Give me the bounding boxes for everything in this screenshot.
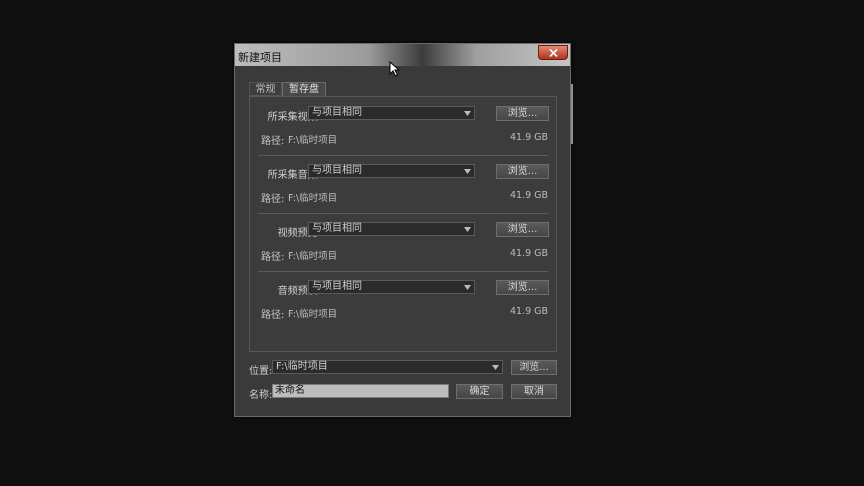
video-preview-size: 41.9 GB [510,248,549,259]
captured-video-section: 所采集视频: 与项目相同 浏览... 路径: F:\临时项目 41.9 GB [250,97,556,155]
captured-audio-path-label: 路径: [261,194,285,205]
captured-video-select[interactable]: 与项目相同 [308,106,475,120]
captured-audio-section: 所采集音频: 与项目相同 浏览... 路径: F:\临时项目 41.9 GB [250,155,556,213]
scratch-disks-panel: 所采集视频: 与项目相同 浏览... 路径: F:\临时项目 41.9 GB 所… [249,96,557,352]
captured-audio-path: F:\临时项目 [288,193,338,204]
captured-video-path-label: 路径: [261,136,285,147]
new-project-dialog: 新建项目 常规 暂存盘 所采集视频: 与项目相同 浏览... 路径: F:\临时… [234,43,573,417]
audio-preview-select[interactable]: 与项目相同 [308,280,475,294]
dialog-edge-highlight [571,84,573,144]
location-select[interactable]: F:\临时项目 [272,360,503,374]
chevron-down-icon [464,111,471,116]
video-preview-value: 与项目相同 [312,223,362,234]
captured-audio-select[interactable]: 与项目相同 [308,164,475,178]
audio-preview-section: 音频预演: 与项目相同 浏览... 路径: F:\临时项目 41.9 GB [250,271,556,329]
video-preview-section: 视频预览: 与项目相同 浏览... 路径: F:\临时项目 41.9 GB [250,213,556,271]
audio-preview-path-label: 路径: [261,310,285,321]
chevron-down-icon [464,285,471,290]
name-label: 名称: [249,390,273,401]
cancel-button[interactable]: 取消 [511,384,557,399]
captured-video-browse-button[interactable]: 浏览... [496,106,549,121]
video-preview-browse-button[interactable]: 浏览... [496,222,549,237]
location-label: 位置: [249,366,273,377]
chevron-down-icon [464,227,471,232]
dialog-title: 新建项目 [238,51,282,64]
dialog-titlebar[interactable]: 新建项目 [235,44,570,66]
close-button[interactable] [538,45,568,60]
chevron-down-icon [464,169,471,174]
tab-scratch-disks[interactable]: 暂存盘 [282,82,326,96]
video-preview-path: F:\临时项目 [288,251,338,262]
close-icon [549,49,558,57]
location-value: F:\临时项目 [276,361,328,372]
captured-video-size: 41.9 GB [510,132,549,143]
tab-general[interactable]: 常规 [249,82,282,96]
captured-audio-size: 41.9 GB [510,190,549,201]
captured-audio-browse-button[interactable]: 浏览... [496,164,549,179]
audio-preview-size: 41.9 GB [510,306,549,317]
project-name-input[interactable]: 未命名 [272,384,449,398]
audio-preview-value: 与项目相同 [312,281,362,292]
audio-preview-browse-button[interactable]: 浏览... [496,280,549,295]
video-preview-select[interactable]: 与项目相同 [308,222,475,236]
captured-audio-value: 与项目相同 [312,165,362,176]
captured-video-path: F:\临时项目 [288,135,338,146]
location-browse-button[interactable]: 浏览... [511,360,557,375]
captured-video-value: 与项目相同 [312,107,362,118]
ok-button[interactable]: 确定 [456,384,503,399]
video-preview-path-label: 路径: [261,252,285,263]
mouse-cursor-icon [389,61,400,77]
audio-preview-path: F:\临时项目 [288,309,338,320]
chevron-down-icon [492,365,499,370]
